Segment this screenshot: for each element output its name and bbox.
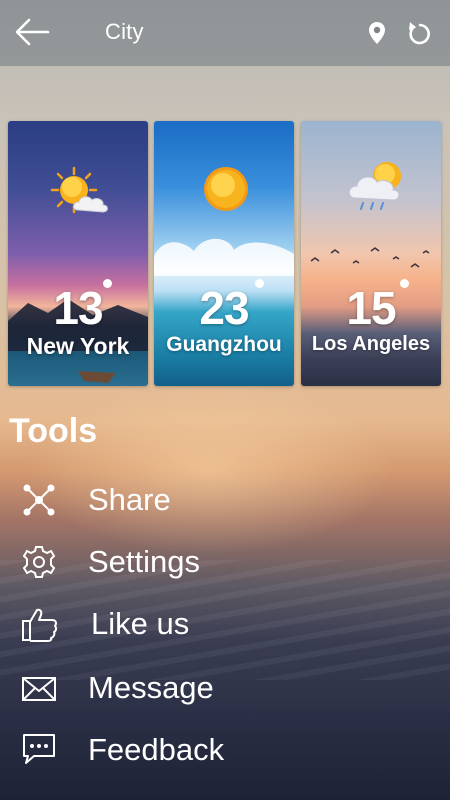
city-card-new-york[interactable]: 13 New York <box>8 121 148 386</box>
city-name: New York <box>26 333 130 359</box>
temperature: 23 <box>199 282 249 334</box>
tools-item-share[interactable]: Share <box>0 474 450 526</box>
chat-bubble-icon <box>23 734 55 764</box>
city-name: Los Angeles <box>311 333 431 355</box>
city-card-guangzhou[interactable]: 23 Guangzhou <box>154 121 294 386</box>
thumbs-up-icon <box>22 608 58 642</box>
envelope-icon <box>22 677 56 701</box>
share-icon <box>23 484 55 516</box>
page-title: City <box>105 19 144 44</box>
sun-cloud-icon <box>50 166 108 214</box>
degree-symbol <box>103 279 112 288</box>
location-pin-icon[interactable] <box>364 20 390 46</box>
tools-item-label: Message <box>88 670 214 705</box>
degree-symbol <box>400 279 409 288</box>
city-card-los-angeles[interactable]: 15 Los Angeles <box>301 121 441 386</box>
tools-item-label: Feedback <box>88 732 225 767</box>
refresh-icon[interactable] <box>404 19 434 47</box>
cloud-rain-sun-icon <box>348 162 401 210</box>
clouds-decoration <box>154 238 294 276</box>
tools-item-message[interactable]: Message <box>0 662 450 714</box>
tools-item-settings[interactable]: Settings <box>0 536 450 588</box>
tools-heading: Tools <box>9 412 98 450</box>
top-app-bar: City <box>0 0 450 66</box>
degree-symbol <box>255 279 264 288</box>
tools-item-feedback[interactable]: Feedback <box>0 724 450 776</box>
tools-item-label: Settings <box>88 544 201 579</box>
birds-decoration <box>310 247 430 268</box>
temperature: 13 <box>53 282 103 334</box>
back-arrow-icon[interactable] <box>14 16 50 48</box>
sun-icon <box>204 167 248 211</box>
boat-silhouette <box>78 371 116 383</box>
temperature: 15 <box>346 282 396 334</box>
city-name: Guangzhou <box>166 333 282 356</box>
tools-item-like-us[interactable]: Like us <box>0 598 450 650</box>
gear-icon <box>22 546 56 578</box>
tools-item-label: Like us <box>91 606 190 641</box>
tools-item-label: Share <box>88 482 171 517</box>
